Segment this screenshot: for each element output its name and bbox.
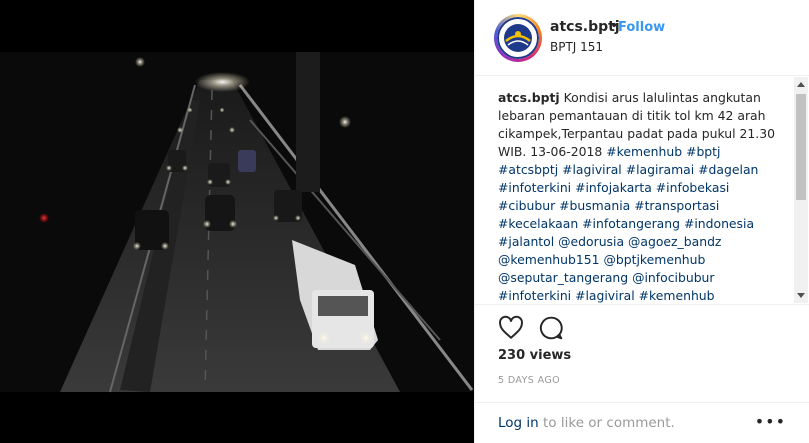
caption-scrollbar[interactable] [794, 77, 808, 303]
caption-mention[interactable]: @kemenhub151 [498, 252, 600, 267]
caption-hashtag[interactable]: #lagiramai [626, 162, 695, 177]
caption-hashtag[interactable]: #cibubur [498, 198, 555, 213]
caption-hashtag[interactable]: #dagelan [698, 162, 758, 177]
caption-hashtag[interactable]: #infoterkini [498, 180, 571, 195]
avatar[interactable] [494, 14, 542, 62]
scrollbar-thumb[interactable] [796, 94, 806, 200]
caption-hashtag[interactable]: #infojakarta [575, 180, 652, 195]
more-options-button[interactable]: ••• [755, 412, 786, 431]
caption-mention[interactable]: @seputar_tangerang [498, 270, 628, 285]
caption-hashtag[interactable]: #infobekasi [656, 180, 730, 195]
scroll-up-icon[interactable] [797, 82, 805, 87]
caption-hashtag[interactable]: #kemenhub [639, 288, 715, 303]
caption-hashtag[interactable]: #bptj [686, 144, 720, 159]
post-timestamp[interactable]: 5 DAYS AGO [498, 375, 560, 386]
night-highway-video-frame [0, 0, 474, 443]
follow-button[interactable]: Follow [618, 20, 665, 35]
heart-icon[interactable] [498, 315, 524, 345]
caption-mention[interactable]: @bptjkemenhub [603, 252, 705, 267]
login-footer: Log in to like or comment. ••• [475, 402, 809, 443]
caption-mention[interactable]: @agoez_bandz [628, 234, 721, 249]
caption-hashtag[interactable]: #indonesia [684, 216, 754, 231]
view-count[interactable]: 230 views [498, 348, 571, 363]
caption-hashtag[interactable]: #lagiviral [562, 162, 622, 177]
caption-hashtag[interactable]: #kecelakaan [498, 216, 578, 231]
caption-hashtag[interactable]: #busmania [559, 198, 630, 213]
caption-text: atcs.bptj Kondisi arus lalulintas angkuta… [498, 89, 783, 304]
caption-hashtag[interactable]: #atcsbptj [498, 162, 558, 177]
caption-area[interactable]: atcs.bptj Kondisi arus lalulintas angkuta… [475, 77, 809, 305]
caption-hashtag[interactable]: #lagiviral [575, 288, 635, 303]
caption-hashtag[interactable]: #kemenhub [606, 144, 682, 159]
comment-icon[interactable] [538, 315, 564, 345]
post-details-panel: atcs.bptj • Follow BPTJ 151 atcs.bptj Kon… [474, 0, 809, 443]
caption-mention[interactable]: @infocibubur [632, 270, 714, 285]
caption-mention[interactable]: @edorusia [558, 234, 624, 249]
caption-username[interactable]: atcs.bptj [498, 90, 560, 105]
login-link[interactable]: Log in [498, 415, 539, 431]
caption-hashtag[interactable]: #jalantol [498, 234, 554, 249]
post-subtitle: BPTJ 151 [550, 40, 604, 54]
caption-hashtag[interactable]: #transportasi [634, 198, 719, 213]
caption-tags: #kemenhub #bptj #atcsbptj #lagiviral #la… [498, 144, 758, 303]
post-video[interactable] [0, 0, 474, 443]
caption-hashtag[interactable]: #infotangerang [582, 216, 680, 231]
bptj-logo-icon [497, 17, 539, 59]
login-prompt: Log in to like or comment. [498, 415, 675, 431]
caption-hashtag[interactable]: #infoterkini [498, 288, 571, 303]
login-prompt-text: to like or comment. [538, 415, 675, 431]
scroll-down-icon[interactable] [797, 293, 805, 298]
post-header: atcs.bptj • Follow BPTJ 151 [475, 0, 809, 76]
